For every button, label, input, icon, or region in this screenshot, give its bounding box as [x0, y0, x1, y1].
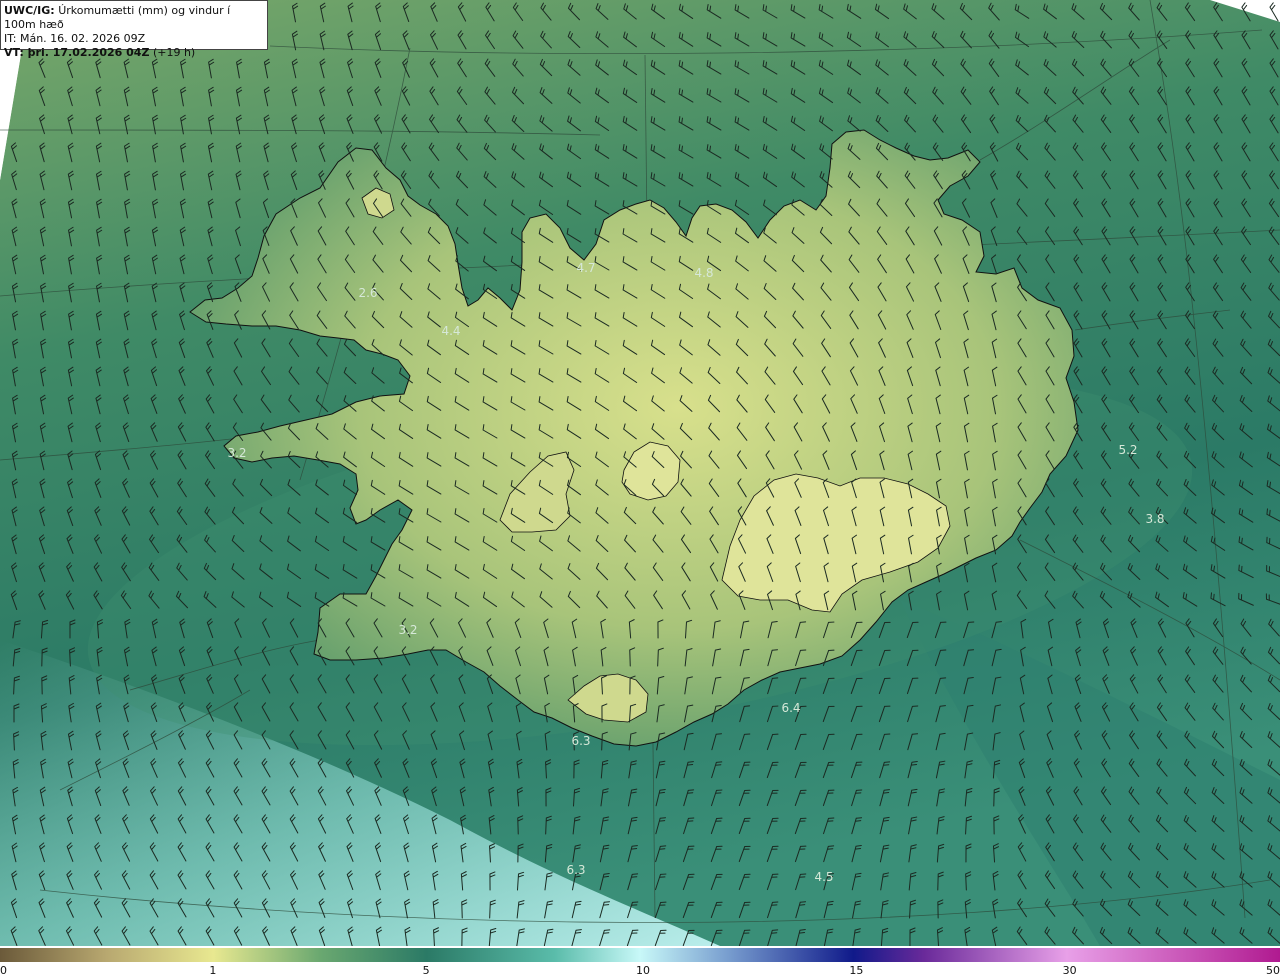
model-name: UWC/IG:	[4, 4, 55, 17]
weather-map[interactable]: 2.6 4.4 4.7 4.8 3.2 3.2 5.2 3.8 6.4 6.3 6.3 4.5	[0, 0, 1280, 946]
legend-tick-labels: 0 1 5 10 15 30 50	[0, 962, 1280, 978]
vt-offset: (+19 h)	[152, 46, 196, 59]
value-label: 2.6	[358, 286, 377, 300]
value-label: 6.3	[566, 863, 585, 877]
legend-tick-label: 15	[849, 964, 864, 977]
value-label: 4.4	[441, 324, 460, 338]
value-label: 5.2	[1118, 443, 1137, 457]
it-line: IT: Mán. 16. 02. 2026 09Z	[4, 32, 146, 45]
vt-label: VT: þri. 17.02.2026 04Z	[4, 46, 150, 59]
value-label: 3.2	[398, 623, 417, 637]
legend-tick-label: 0	[0, 964, 7, 977]
legend-tick-label: 1	[209, 964, 217, 977]
value-label: 6.4	[781, 701, 800, 715]
title-line: UWC/IG: Úrkomumætti (mm) og vindur í 100…	[4, 4, 264, 32]
legend-colorbar	[0, 948, 1280, 962]
legend-tick-label: 10	[636, 964, 650, 977]
value-label: 6.3	[571, 734, 590, 748]
legend-tick-label: 30	[1062, 964, 1077, 977]
vt-line: VT: þri. 17.02.2026 04Z (+19 h)	[4, 46, 264, 60]
map-header: UWC/IG: Úrkomumætti (mm) og vindur í 100…	[0, 0, 268, 59]
legend-tick-label: 50	[1266, 964, 1280, 977]
value-label: 4.7	[576, 261, 595, 275]
value-label: 4.5	[814, 870, 833, 884]
legend-tick-label: 5	[422, 964, 430, 977]
value-label: 4.8	[694, 266, 713, 280]
value-label: 3.8	[1145, 512, 1164, 526]
value-label: 3.2	[227, 446, 246, 460]
